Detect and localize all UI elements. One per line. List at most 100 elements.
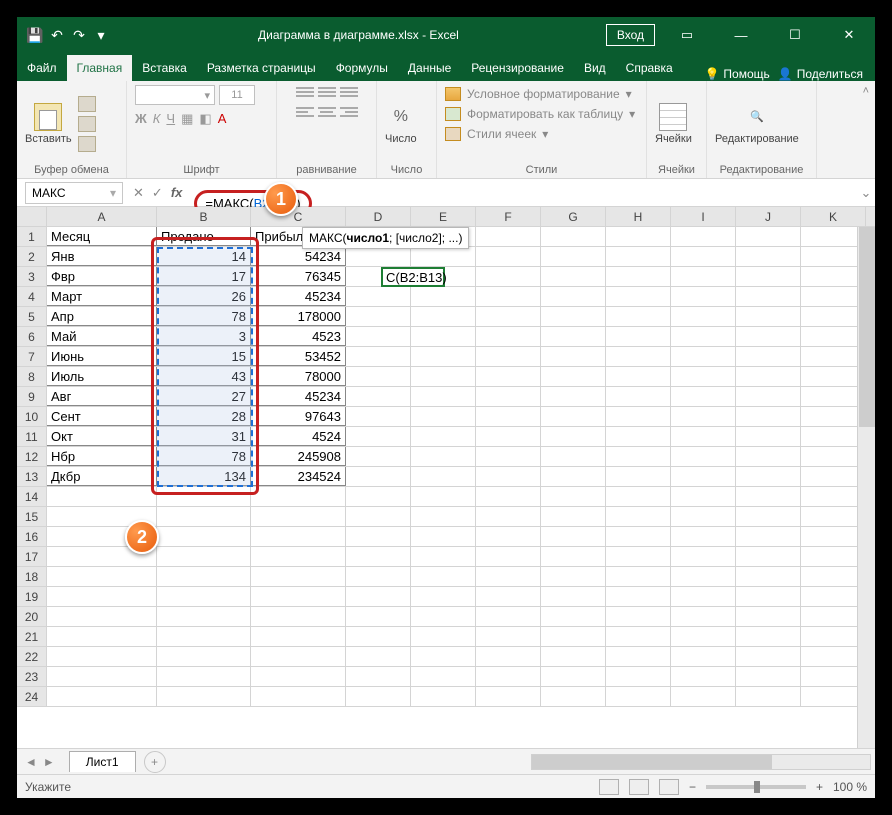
cell[interactable] <box>346 667 411 686</box>
cell[interactable] <box>736 607 801 626</box>
align-left-icon[interactable] <box>296 105 314 119</box>
col-header[interactable]: C <box>251 207 346 226</box>
cell[interactable] <box>251 667 346 686</box>
cell[interactable] <box>671 287 736 306</box>
align-center-icon[interactable] <box>318 105 336 119</box>
row-header[interactable]: 2 <box>17 247 47 266</box>
cell[interactable]: Апр <box>47 307 157 326</box>
cell[interactable] <box>541 347 606 366</box>
align-bottom-icon[interactable] <box>340 85 358 99</box>
cell[interactable] <box>476 507 541 526</box>
cell[interactable] <box>346 647 411 666</box>
cell[interactable] <box>541 407 606 426</box>
cell[interactable] <box>736 567 801 586</box>
cell[interactable] <box>736 347 801 366</box>
cell[interactable] <box>346 327 411 346</box>
cell[interactable] <box>251 647 346 666</box>
cell[interactable] <box>606 347 671 366</box>
cell[interactable]: 178000 <box>251 307 346 326</box>
font-name-select[interactable]: ▾ <box>135 85 215 105</box>
cell[interactable] <box>411 247 476 266</box>
name-box[interactable]: МАКС▾ <box>25 182 123 204</box>
cell[interactable] <box>251 507 346 526</box>
cell[interactable] <box>736 487 801 506</box>
cell[interactable] <box>411 427 476 446</box>
cell[interactable] <box>606 607 671 626</box>
cell[interactable] <box>541 387 606 406</box>
col-header[interactable]: I <box>671 207 736 226</box>
row-header[interactable]: 14 <box>17 487 47 506</box>
cell[interactable] <box>476 267 541 286</box>
row-header[interactable]: 23 <box>17 667 47 686</box>
cell[interactable] <box>671 467 736 486</box>
cell[interactable] <box>411 687 476 706</box>
tab-insert[interactable]: Вставка <box>132 55 197 81</box>
tell-me[interactable]: 💡Помощь <box>704 67 769 81</box>
cell[interactable]: 97643 <box>251 407 346 426</box>
cell[interactable] <box>671 547 736 566</box>
cell[interactable] <box>476 687 541 706</box>
save-icon[interactable]: 💾 <box>25 25 45 45</box>
expand-formula-bar-icon[interactable]: ⌄ <box>857 185 875 201</box>
cell[interactable] <box>736 627 801 646</box>
cell[interactable] <box>47 667 157 686</box>
cell[interactable]: Май <box>47 327 157 346</box>
row-header[interactable]: 8 <box>17 367 47 386</box>
font-size-select[interactable]: 11 <box>219 85 255 105</box>
cell[interactable] <box>736 267 801 286</box>
cell[interactable] <box>411 287 476 306</box>
cell[interactable] <box>606 287 671 306</box>
cell[interactable] <box>671 527 736 546</box>
row-header[interactable]: 22 <box>17 647 47 666</box>
cell[interactable] <box>411 387 476 406</box>
cell[interactable] <box>541 447 606 466</box>
cell[interactable] <box>541 247 606 266</box>
tab-formulas[interactable]: Формулы <box>326 55 398 81</box>
cell[interactable] <box>671 487 736 506</box>
minimize-button[interactable]: — <box>719 20 763 50</box>
cell[interactable] <box>606 667 671 686</box>
cell[interactable]: 15 <box>157 347 251 366</box>
cell[interactable] <box>736 247 801 266</box>
font-color-icon[interactable]: А <box>218 111 227 127</box>
align-top-icon[interactable] <box>296 85 314 99</box>
cell[interactable] <box>671 307 736 326</box>
cell[interactable] <box>47 687 157 706</box>
cell[interactable] <box>476 467 541 486</box>
cell[interactable] <box>541 327 606 346</box>
cell[interactable] <box>157 547 251 566</box>
row-header[interactable]: 1 <box>17 227 47 246</box>
add-sheet-button[interactable]: + <box>144 751 166 773</box>
fill-color-icon[interactable]: ◧ <box>199 111 211 127</box>
cell[interactable]: 245908 <box>251 447 346 466</box>
row-header[interactable]: 10 <box>17 407 47 426</box>
cell[interactable]: 43 <box>157 367 251 386</box>
cell[interactable] <box>671 367 736 386</box>
row-header[interactable]: 5 <box>17 307 47 326</box>
cell[interactable] <box>606 547 671 566</box>
qat-customize-icon[interactable]: ▾ <box>91 25 111 45</box>
page-break-view-icon[interactable] <box>659 779 679 795</box>
row-header[interactable]: 20 <box>17 607 47 626</box>
cell[interactable] <box>606 227 671 246</box>
cell[interactable] <box>251 487 346 506</box>
cell[interactable] <box>541 687 606 706</box>
col-header[interactable]: E <box>411 207 476 226</box>
cell[interactable] <box>671 567 736 586</box>
cell[interactable] <box>411 547 476 566</box>
cell[interactable]: Продано <box>157 227 251 246</box>
cell[interactable] <box>736 387 801 406</box>
cell[interactable] <box>346 507 411 526</box>
cell[interactable] <box>606 527 671 546</box>
cell[interactable] <box>346 387 411 406</box>
cell[interactable] <box>606 467 671 486</box>
cell[interactable] <box>346 347 411 366</box>
cell[interactable] <box>671 227 736 246</box>
cell[interactable] <box>47 487 157 506</box>
cell[interactable]: 45234 <box>251 287 346 306</box>
maximize-button[interactable]: ☐ <box>773 20 817 50</box>
cell[interactable]: 14 <box>157 247 251 266</box>
insert-function-icon[interactable]: fx <box>171 185 183 200</box>
tab-file[interactable]: Файл <box>17 55 67 81</box>
cell[interactable] <box>736 307 801 326</box>
